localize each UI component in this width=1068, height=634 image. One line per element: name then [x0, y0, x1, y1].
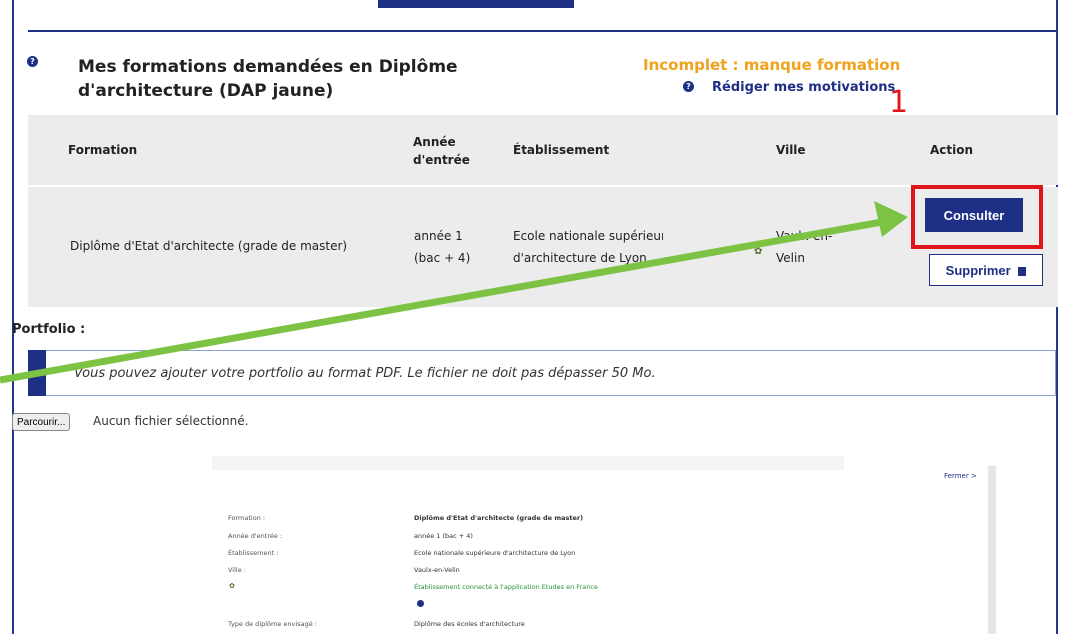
page-title: Mes formations demandées en Diplôme d'ar…	[78, 57, 458, 101]
frame-left-border	[12, 0, 14, 634]
preview-leaf-icon: ✿	[229, 582, 235, 590]
etablissement-line1: Ecole nationale supérieure	[513, 229, 663, 243]
active-tab-indicator	[378, 0, 574, 8]
status-text: Incomplet : manque formation	[643, 56, 901, 74]
annee-line2: (bac + 4)	[414, 251, 471, 265]
preview-value: année 1 (bac + 4)	[414, 532, 473, 540]
preview-label: Établissement :	[228, 549, 279, 557]
column-header-formation: Formation	[68, 143, 138, 157]
preview-label: Année d'entrée :	[228, 532, 283, 540]
portfolio-info-text: Vous pouvez ajouter votre portfolio au f…	[74, 366, 656, 381]
browse-button[interactable]: Parcourir...	[12, 413, 71, 431]
preview-label: Ville :	[228, 566, 246, 574]
trash-icon	[1018, 266, 1027, 276]
highlight-box	[911, 185, 1043, 249]
preview-header	[212, 456, 844, 470]
help-icon[interactable]: ?	[27, 56, 38, 67]
preview-value: Diplôme des écoles d'architecture	[414, 620, 525, 628]
preview-value: Diplôme d'Etat d'architecte (grade de ma…	[414, 514, 584, 522]
file-status: Aucun fichier sélectionné.	[93, 414, 249, 428]
column-header-ville: Ville	[776, 143, 806, 157]
delete-label: Supprimer	[945, 262, 1011, 278]
delete-button[interactable]: Supprimer	[929, 254, 1043, 286]
formation-cell: Diplôme d'Etat d'architecte (grade de ma…	[70, 239, 348, 253]
ville-line2: Velin	[776, 251, 805, 265]
annee-line1: année 1	[414, 229, 463, 243]
preview-scrollbar[interactable]	[988, 466, 996, 634]
column-header-etablissement: Établissement	[513, 143, 610, 157]
connected-text: Établissement connecté à l'application E…	[414, 583, 598, 591]
write-motivations-link[interactable]: Rédiger mes motivations	[712, 80, 895, 95]
frame-right-border	[1056, 0, 1058, 634]
close-link[interactable]: Fermer >	[944, 472, 977, 480]
preview-value: Ecole nationale supérieure d'architectur…	[414, 549, 576, 557]
portfolio-label: Portfolio :	[12, 322, 86, 337]
section-divider	[28, 30, 1058, 32]
etablissement-line2: d'architecture de Lyon	[513, 251, 647, 265]
column-header-action: Action	[930, 143, 974, 157]
preview-label: Formation :	[228, 514, 266, 522]
column-header-annee: Année d'entrée	[413, 135, 470, 167]
connected-leaf-icon: ✿	[754, 246, 763, 257]
preview-help-icon[interactable]	[417, 600, 424, 607]
preview-value: Vaulx-en-Velin	[414, 566, 460, 574]
motivations-help-icon[interactable]: ?	[683, 81, 694, 92]
preview-label: Type de diplôme envisagé :	[228, 620, 317, 628]
ville-line1: Vaulx-en-	[776, 229, 833, 243]
preview-panel	[212, 456, 1005, 634]
info-accent-bar	[28, 350, 46, 396]
